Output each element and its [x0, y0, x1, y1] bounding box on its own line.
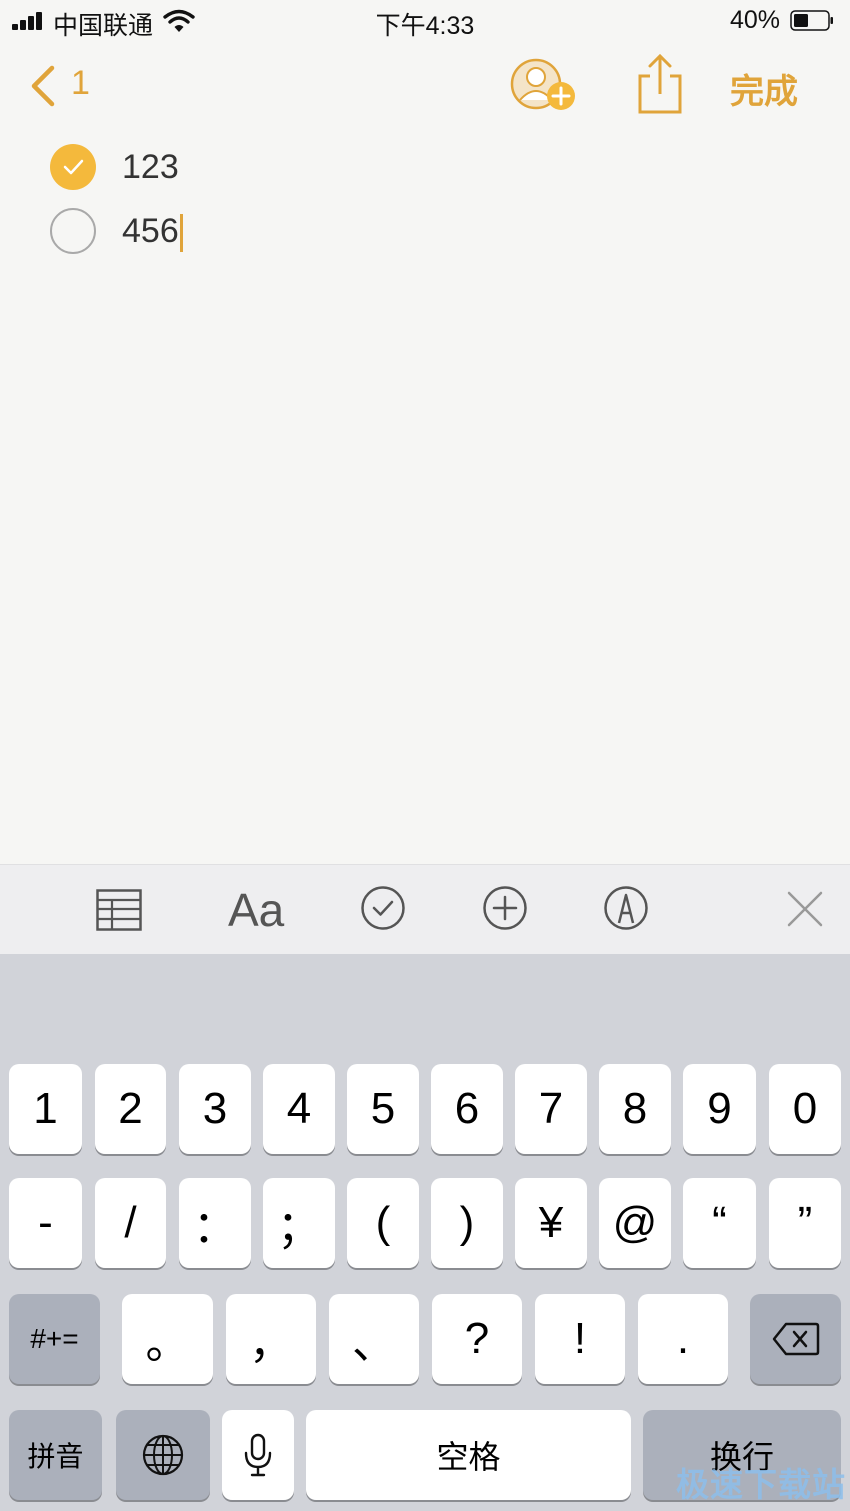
delete-icon: [772, 1322, 819, 1356]
checkmark-icon: [63, 159, 84, 175]
key-5[interactable]: 5: [347, 1064, 419, 1154]
dictation-key[interactable]: [222, 1410, 294, 1500]
key-8[interactable]: 8: [599, 1064, 671, 1154]
key-4[interactable]: 4: [263, 1064, 335, 1154]
checklist-button[interactable]: [360, 885, 406, 935]
key-2[interactable]: 2: [95, 1064, 166, 1154]
markup-icon: [604, 886, 648, 930]
chevron-left-icon: [31, 65, 55, 107]
status-bar: 中国联通 下午4:33 40%: [0, 0, 850, 44]
delete-key[interactable]: [750, 1294, 841, 1384]
add-people-button[interactable]: [508, 56, 582, 116]
close-toolbar-button[interactable]: [785, 889, 825, 939]
key-exclamation[interactable]: !: [535, 1294, 625, 1384]
battery-percent: 40%: [729, 6, 780, 34]
key-comma-cn[interactable]: ，: [226, 1294, 316, 1384]
share-icon: [638, 53, 682, 114]
watermark: 极速下载站: [676, 1466, 846, 1503]
keyboard: 1 2 3 4 5 6 7 8 9 0 - / ： ； ( ) ¥ @ “ ” …: [0, 954, 850, 1511]
add-icon: [483, 886, 527, 930]
key-close-quote[interactable]: ”: [769, 1178, 841, 1268]
key-3[interactable]: 3: [179, 1064, 251, 1154]
key-hyphen[interactable]: -: [9, 1178, 82, 1268]
symbols-toggle-key[interactable]: #+=: [9, 1294, 100, 1384]
text-cursor: [179, 214, 183, 253]
pinyin-key[interactable]: 拼音: [9, 1410, 102, 1500]
key-colon[interactable]: ：: [179, 1178, 251, 1268]
key-open-quote[interactable]: “: [683, 1178, 756, 1268]
checklist-item: 123: [50, 142, 450, 206]
markup-button[interactable]: [603, 885, 649, 935]
add-person-icon: [510, 58, 575, 110]
key-close-paren[interactable]: ): [431, 1178, 503, 1268]
battery-icon: [790, 10, 833, 31]
key-yen[interactable]: ¥: [515, 1178, 587, 1268]
key-period-cn[interactable]: 。: [122, 1294, 213, 1384]
nav-bar: 1 完成: [0, 50, 850, 120]
space-key[interactable]: 空格: [306, 1410, 631, 1500]
key-semicolon[interactable]: ；: [263, 1178, 335, 1268]
table-button[interactable]: [96, 885, 142, 935]
checklist-item: 456: [50, 206, 450, 270]
checklist-item-text: 456: [122, 212, 179, 250]
done-button[interactable]: 完成: [730, 64, 798, 113]
key-enum-comma[interactable]: 、: [329, 1294, 419, 1384]
checklist-icon: [361, 886, 405, 930]
globe-key[interactable]: [116, 1410, 210, 1500]
back-button[interactable]: 1: [28, 62, 98, 110]
key-7[interactable]: 7: [515, 1064, 587, 1154]
key-question[interactable]: ?: [432, 1294, 522, 1384]
add-attachment-button[interactable]: [482, 885, 528, 935]
key-slash[interactable]: /: [95, 1178, 166, 1268]
close-icon: [787, 891, 823, 927]
formatting-toolbar: Aa: [0, 864, 850, 955]
checklist-item-text[interactable]: 123: [122, 146, 179, 188]
microphone-icon: [244, 1433, 272, 1477]
table-icon: [96, 889, 142, 931]
key-open-paren[interactable]: (: [347, 1178, 419, 1268]
share-button[interactable]: [636, 52, 684, 116]
back-count: 1: [71, 64, 90, 102]
key-period[interactable]: .: [638, 1294, 728, 1384]
key-1[interactable]: 1: [9, 1064, 82, 1154]
key-9[interactable]: 9: [683, 1064, 756, 1154]
checkbox-unchecked[interactable]: [50, 208, 96, 254]
key-0[interactable]: 0: [769, 1064, 841, 1154]
text-format-button[interactable]: Aa: [228, 885, 284, 935]
checklist-item-editing[interactable]: 456: [122, 210, 183, 253]
checkbox-checked[interactable]: [50, 144, 96, 190]
globe-icon: [142, 1434, 184, 1476]
checklist: 123 456: [50, 142, 450, 270]
key-at[interactable]: @: [599, 1178, 671, 1268]
clock: 下午4:33: [375, 12, 475, 40]
key-6[interactable]: 6: [431, 1064, 503, 1154]
